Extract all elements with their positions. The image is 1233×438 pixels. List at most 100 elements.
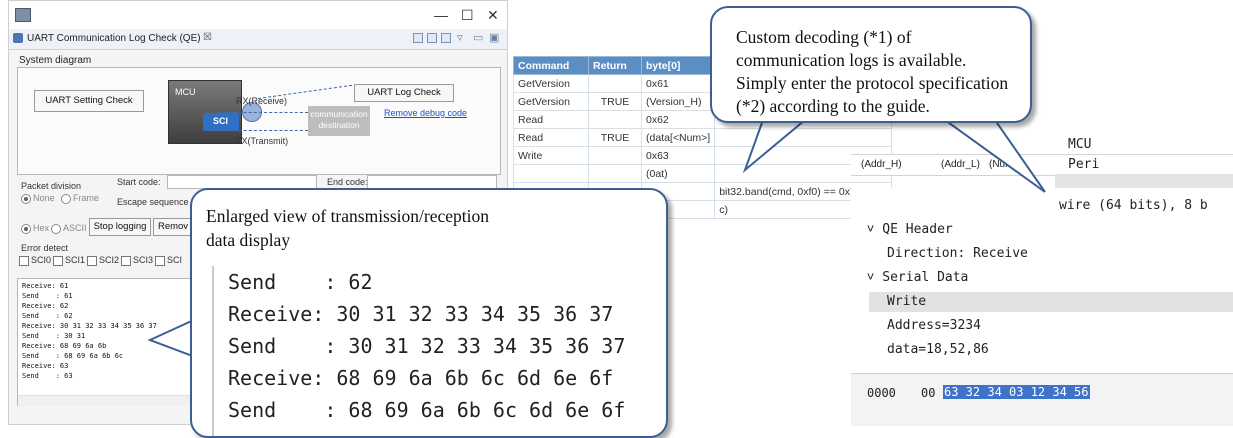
- log-line-9: Send : 63: [22, 372, 73, 380]
- log-line: [257, 84, 353, 99]
- tx-label: TX(Transmit): [236, 136, 289, 146]
- table-cell: 0x62: [640, 110, 716, 129]
- start-code-label: Start code:: [117, 177, 161, 187]
- serial-data-node[interactable]: ˅ Serial Data: [851, 270, 969, 285]
- table-cell: GetVersion: [513, 74, 589, 93]
- app-icon: [15, 8, 31, 22]
- minimize-button[interactable]: —: [434, 7, 448, 23]
- remove-debug-code-link[interactable]: Remove debug code: [384, 108, 467, 118]
- decoding-callout-text: Custom decoding (*1) of communication lo…: [736, 27, 1009, 116]
- radio-frame-indicator: [61, 193, 71, 204]
- sci1-box: [53, 255, 63, 266]
- column-header: Return: [588, 56, 642, 75]
- enlarged-log-line: Receive: 68 69 6a 6b 6c 6d 6e 6f: [228, 366, 614, 390]
- log-line-3: Send : 62: [22, 312, 73, 320]
- log-line-6: Receive: 68 69 6a 6b: [22, 342, 107, 350]
- sci0-box: [19, 255, 29, 266]
- close-button[interactable]: ✕: [487, 7, 499, 24]
- rx-line: [218, 112, 308, 113]
- end-code-label: End code:: [327, 177, 368, 187]
- remove-button[interactable]: Remov: [153, 218, 193, 236]
- scroll-lock-icon[interactable]: [427, 33, 437, 43]
- sci1-label: SCI1: [65, 255, 86, 265]
- view-minimize-icon[interactable]: ▭: [473, 31, 483, 44]
- table-cell: [513, 164, 589, 183]
- sci2-checkbox[interactable]: SCI2: [87, 255, 119, 266]
- tx-line: [218, 130, 308, 131]
- start-code-input[interactable]: [167, 175, 317, 189]
- escape-sequence-label: Escape sequence (e: [117, 197, 200, 207]
- view-tab[interactable]: UART Communication Log Check (QE) ☒ ▿ ▭ …: [9, 29, 507, 50]
- uart-setting-check-button[interactable]: UART Setting Check: [34, 90, 144, 112]
- radio-frame[interactable]: Frame: [61, 193, 99, 204]
- column-header: Command: [513, 56, 589, 75]
- enlarged-log-line: Receive: 30 31 32 33 34 35 36 37: [228, 302, 614, 326]
- sci3-label: SCI3: [133, 255, 154, 265]
- data-value: data=18,52,86: [887, 342, 989, 357]
- enlarged-view-title-line2: data display: [206, 230, 291, 250]
- view-maximize-icon[interactable]: ▣: [489, 31, 499, 44]
- table-cell: Write: [513, 146, 589, 165]
- pin-icon[interactable]: [441, 33, 451, 43]
- table-cell: TRUE: [588, 128, 642, 147]
- radio-hex-label: Hex: [33, 223, 50, 233]
- sci-label: SCI: [213, 116, 229, 126]
- stop-logging-button[interactable]: Stop logging: [89, 218, 151, 236]
- sci1-checkbox[interactable]: SCI1: [53, 255, 85, 266]
- end-code-input[interactable]: [367, 175, 497, 189]
- sci4-label: SCI: [167, 255, 183, 265]
- uart-log-check-button[interactable]: UART Log Check: [354, 84, 454, 102]
- enlarged-log-line: Send : 62: [228, 270, 373, 294]
- table-cell: 0x61: [640, 74, 716, 93]
- sci0-checkbox[interactable]: SCI0: [19, 255, 51, 266]
- packet-division-label: Packet division: [21, 181, 82, 191]
- log-line-0: Receive: 61: [22, 282, 69, 290]
- sci2-box: [87, 255, 97, 266]
- sci2-label: SCI2: [99, 255, 120, 265]
- clear-icon[interactable]: [413, 33, 423, 43]
- maximize-button[interactable]: ☐: [461, 7, 474, 24]
- hex-bytes-pane[interactable]: 0000 00 63 32 34 03 12 34 56: [851, 373, 1233, 426]
- table-cell: Read: [513, 128, 589, 147]
- radio-ascii[interactable]: ASCII: [51, 223, 87, 234]
- wire-summary: wire (64 bits), 8 b: [1059, 198, 1208, 213]
- destination-line2: destination: [318, 120, 360, 130]
- radio-ascii-label: ASCII: [63, 223, 87, 233]
- qe-header-node[interactable]: ˅ QE Header: [851, 222, 953, 237]
- log-line-2: Receive: 62: [22, 302, 69, 310]
- table-cell: 0x63: [640, 146, 716, 165]
- radio-frame-label: Frame: [73, 193, 100, 203]
- mcu-column-label: MCU: [1068, 137, 1092, 152]
- radio-hex-indicator: [21, 223, 31, 234]
- radio-ascii-indicator: [51, 223, 61, 234]
- table-cell: (data[<Num>]: [640, 128, 716, 147]
- table-cell: [588, 164, 642, 183]
- view-close-icon[interactable]: ☒: [203, 32, 212, 43]
- radio-none[interactable]: None: [21, 193, 55, 204]
- error-detect-label: Error detect: [21, 243, 69, 253]
- write-value: Write: [887, 294, 927, 309]
- mcu-label: MCU: [175, 87, 196, 97]
- communication-destination-block: communication destination: [308, 106, 370, 136]
- sci0-label: SCI0: [31, 255, 52, 265]
- view-menu-icon[interactable]: ▿: [457, 31, 463, 44]
- sci3-box: [121, 255, 131, 266]
- decoding-callout: Custom decoding (*1) of communication lo…: [710, 6, 1032, 123]
- radio-hex[interactable]: Hex: [21, 223, 49, 234]
- qe-header-label: QE Header: [882, 222, 953, 237]
- serial-data-label: Serial Data: [882, 270, 969, 285]
- sci3-checkbox[interactable]: SCI3: [121, 255, 153, 266]
- log-line-5: Send : 30 31: [22, 332, 86, 340]
- enlarged-view-title-line1: Enlarged view of transmission/reception: [206, 206, 490, 226]
- column-header: byte[0]: [640, 56, 716, 75]
- view-icon: [13, 33, 23, 43]
- top-callout-tail: [742, 119, 808, 174]
- hex-bytes-selected: 63 32 34 03 12 34 56: [943, 385, 1090, 399]
- sci4-checkbox[interactable]: SCI: [155, 255, 182, 266]
- peri-label: Peri: [1068, 157, 1100, 172]
- system-diagram-panel: UART Setting Check MCU SCI RX(Receive) T…: [17, 67, 501, 175]
- radio-none-label: None: [33, 193, 55, 203]
- sci4-box: [155, 255, 165, 266]
- direction-value: Direction: Receive: [887, 246, 1028, 261]
- enlarged-log-line: Send : 30 31 32 33 34 35 36 37: [228, 334, 626, 358]
